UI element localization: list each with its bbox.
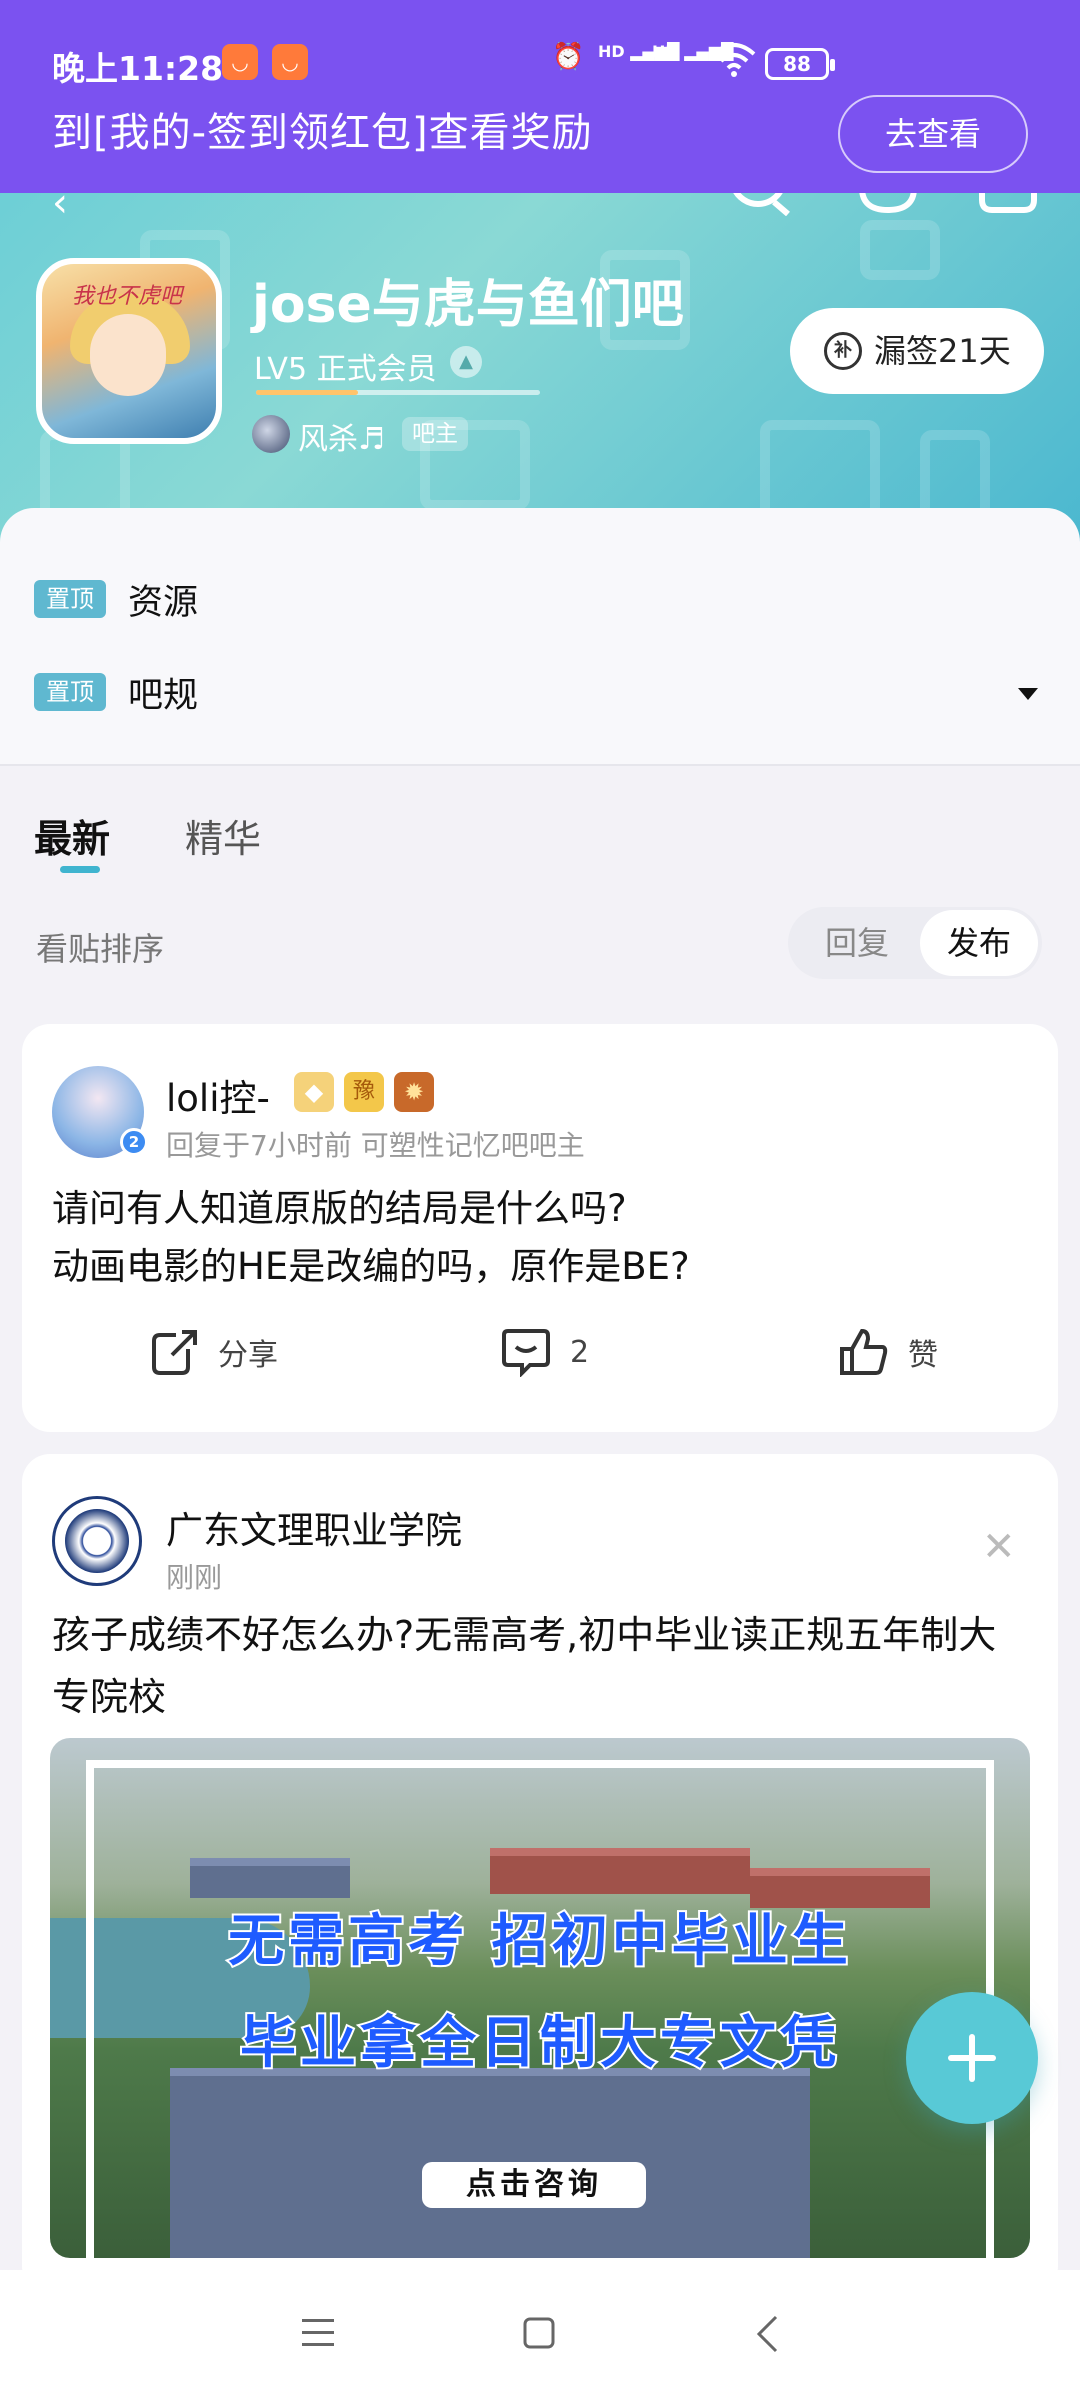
pinned-item[interactable]: 置顶 吧规	[34, 662, 198, 722]
owner-role-badge: 吧主	[402, 417, 468, 451]
like-label: 赞	[908, 1338, 938, 1373]
notification-text: 到[我的-签到领红包]查看奖励	[52, 110, 593, 156]
post-username[interactable]: loli控-	[166, 1068, 270, 1122]
verified-badge: 2	[120, 1128, 148, 1156]
home-icon[interactable]	[522, 2316, 556, 2350]
sort-by-reply[interactable]: 回复	[802, 907, 912, 979]
pinned-tag: 置顶	[34, 673, 106, 711]
post-content[interactable]: 请问有人知道原版的结局是什么吗? 动画电影的HE是改编的吗，原作是BE?	[52, 1180, 690, 1296]
medal-icon[interactable]: ◆	[294, 1072, 334, 1112]
share-label: 分享	[218, 1338, 278, 1373]
member-level[interactable]: LV5 正式会员	[254, 344, 437, 388]
pinned-item[interactable]: 置顶 资源	[34, 569, 198, 629]
post-card[interactable]: 2 loli控- ◆ 豫 ✹ 回复于7小时前 可塑性记忆吧吧主 请问有人知道原版…	[22, 1024, 1058, 1432]
ad-text[interactable]: 孩子成绩不好怎么办?无需高考,初中毕业读正规五年制大专院校	[52, 1604, 1032, 1728]
level-progress-bar	[256, 390, 540, 395]
comment-button[interactable]: 2	[500, 1324, 589, 1380]
sort-by-publish[interactable]: 发布	[920, 910, 1038, 976]
advertiser-logo[interactable]	[52, 1496, 142, 1586]
wifi-icon	[712, 42, 756, 82]
pinned-title: 资源	[128, 582, 199, 623]
medal-icon[interactable]: ✹	[394, 1072, 434, 1112]
share-button[interactable]: 分享	[150, 1324, 278, 1380]
ad-headline: 无需高考 招初中毕业生	[226, 1907, 852, 1976]
forum-avatar[interactable]: 我也不虎吧	[36, 258, 222, 444]
close-icon[interactable]: ✕	[982, 1524, 1016, 1570]
medal-icon[interactable]: 豫	[344, 1072, 384, 1112]
pinned-tag: 置顶	[34, 580, 106, 618]
comment-icon	[502, 1329, 550, 1377]
advertiser-name[interactable]: 广东文理职业学院	[166, 1500, 462, 1554]
system-nav-bar	[0, 2270, 1080, 2400]
owner-avatar[interactable]	[252, 415, 290, 453]
owner-name[interactable]: 风杀♬	[298, 414, 385, 458]
notification-banner[interactable]: 晚上11:28 ◡ ◡ ⏰ HD ▂▄▆█ HD ▂▄▆█ 88 到[我的-签到…	[0, 0, 1080, 193]
status-time: 晚上11:28	[52, 49, 224, 88]
post-meta: 回复于7小时前 可塑性记忆吧吧主	[166, 1129, 585, 1162]
ad-card[interactable]: 广东文理职业学院 刚刚 ✕ 孩子成绩不好怎么办?无需高考,初中毕业读正规五年制大…	[22, 1454, 1058, 2294]
sort-label: 看贴排序	[36, 930, 165, 968]
post-line: 动画电影的HE是改编的吗，原作是BE?	[52, 1245, 690, 1288]
consult-button[interactable]: 点击咨询	[422, 2162, 646, 2208]
battery-icon: 88	[765, 48, 835, 80]
signin-label: 漏签21天	[874, 332, 1011, 370]
share-icon	[152, 1330, 197, 1375]
sort-toggle: 回复 发布	[788, 907, 1042, 979]
app-notification-icon: ◡	[222, 44, 258, 80]
app-notification-icon: ◡	[272, 44, 308, 80]
active-tab-indicator	[60, 866, 100, 873]
app-screen: ‹ 晚上11:28 ◡ ◡ ⏰ HD ▂▄▆█ HD ▂▄▆█ 88 到[我的-…	[0, 0, 1080, 2400]
back-nav-icon[interactable]	[754, 2314, 780, 2354]
forum-avatar-lettering: 我也不虎吧	[72, 284, 183, 309]
ad-time: 刚刚	[166, 1561, 223, 1594]
ad-image[interactable]: 无需高考 招初中毕业生 毕业拿全日制大专文凭 点击咨询	[50, 1738, 1030, 2258]
expand-caret-icon[interactable]	[1018, 688, 1038, 700]
forum-title: jose与虎与鱼们吧	[252, 275, 684, 335]
pinned-section	[0, 508, 1080, 764]
rocket-icon[interactable]: ▲	[450, 346, 482, 378]
pinned-title: 吧规	[128, 675, 199, 716]
menu-icon[interactable]	[300, 2316, 336, 2350]
signin-button[interactable]: 补 漏签21天	[790, 308, 1044, 394]
tab-featured[interactable]: 精华	[185, 808, 261, 863]
new-post-fab[interactable]	[906, 1992, 1038, 2124]
like-button[interactable]: 赞	[838, 1324, 938, 1380]
alarm-icon: ⏰	[552, 42, 585, 72]
comment-count: 2	[570, 1334, 590, 1370]
go-view-button[interactable]: 去查看	[838, 95, 1028, 173]
thumbs-up-icon	[840, 1328, 888, 1375]
ad-headline: 毕业拿全日制大专文凭	[238, 2009, 840, 2078]
post-line: 请问有人知道原版的结局是什么吗?	[52, 1187, 627, 1230]
divider	[0, 764, 1080, 766]
user-avatar[interactable]: 2	[52, 1066, 148, 1158]
tab-latest[interactable]: 最新	[34, 808, 110, 863]
makeup-signin-icon: 补	[824, 332, 862, 370]
